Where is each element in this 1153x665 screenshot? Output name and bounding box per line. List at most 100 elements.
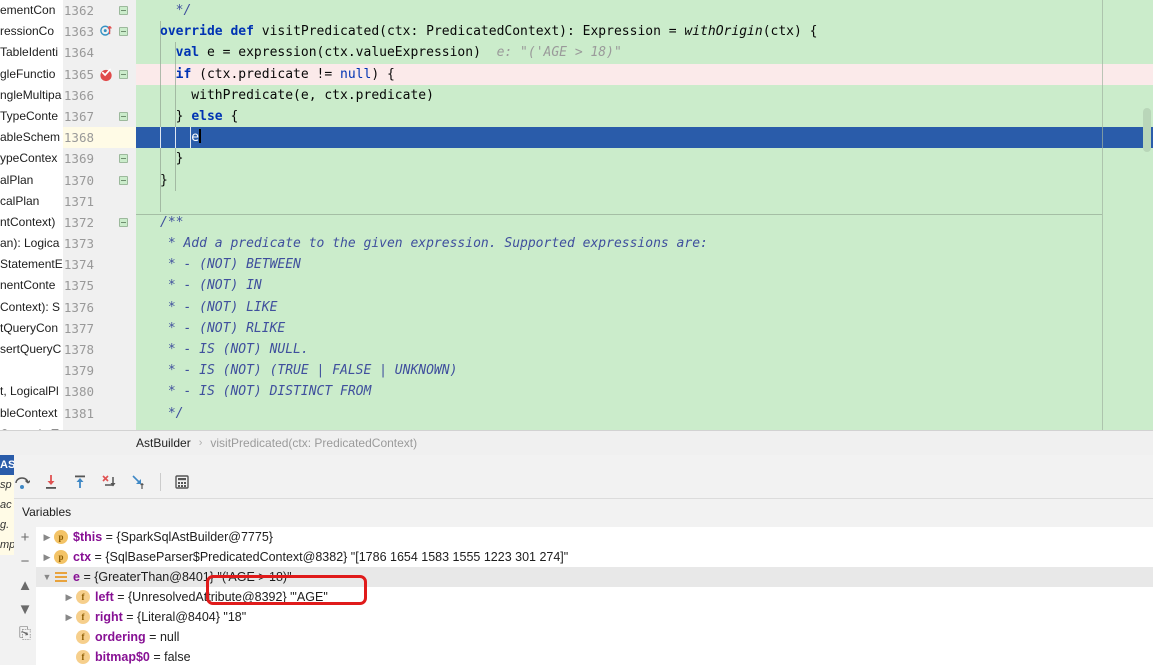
gutter-icons[interactable] [94,0,132,21]
structure-panel-stub[interactable]: ementCon ressionCo TableIdenti gleFunctio ng… [0,0,64,430]
variables-sidebar[interactable]: + − ▲ ▼ ⎘ [14,527,36,665]
code-fold-icon[interactable] [119,217,128,227]
structure-item[interactable]: an): Logica [0,233,63,254]
gutter-line[interactable]: 1364 [63,42,136,63]
structure-item[interactable]: calPlan [0,191,63,212]
gutter-icons[interactable] [94,191,132,212]
gutter-line[interactable]: 1366 [63,85,136,106]
structure-item[interactable]: ntContext) [0,212,63,233]
gutter-icons[interactable] [94,212,132,233]
structure-item[interactable]: ableSchem [0,127,63,148]
tree-collapse-icon[interactable]: ▶ [40,527,54,547]
gutter-line[interactable]: 1368 [63,127,136,149]
structure-item[interactable] [0,360,63,381]
gutter-icons[interactable] [94,148,132,169]
variables-tree[interactable]: ▶ p $this = {SparkSqlAstBuilder@7775} ▶ p ctx… [36,527,1153,665]
gutter-line[interactable]: 1371 [63,191,136,212]
breakpoint-icon[interactable] [99,67,114,82]
remove-watch-button[interactable]: − [15,551,35,571]
gutter-line[interactable]: 1379 [63,360,136,381]
code-line[interactable]: } else { [136,105,1153,128]
run-to-cursor-icon[interactable] [124,468,151,495]
structure-item[interactable]: sertQueryC [0,339,63,360]
code-fold-icon[interactable] [119,175,128,185]
code-fold-icon[interactable] [119,27,128,37]
code-line[interactable]: * - (NOT) RLIKE [136,318,1153,339]
move-up-button[interactable]: ▲ [15,575,35,595]
gutter-line[interactable]: 1375 [63,275,136,296]
structure-item[interactable]: StatementE [0,254,63,275]
variable-row[interactable]: ▶ f right = {Literal@8404} "18" [36,607,1153,627]
breadcrumb-class[interactable]: AstBuilder [136,436,191,450]
gutter-icons[interactable] [94,318,132,339]
code-line[interactable]: * - (NOT) IN [136,275,1153,296]
structure-item[interactable]: TypeConte [0,106,63,127]
code-fold-icon[interactable] [119,111,128,121]
gutter-icons[interactable] [94,339,132,360]
gutter-line[interactable]: 1369 [63,148,136,169]
gutter-icons[interactable] [94,381,132,402]
gutter-icons[interactable] [94,403,132,424]
gutter-line[interactable]: 1378 [63,339,136,360]
code-fold-icon[interactable] [119,154,128,164]
gutter-icons[interactable] [94,360,132,381]
debugger-tabs[interactable]: Variables [14,500,79,524]
tab-variables[interactable]: Variables [14,505,79,519]
gutter-icons[interactable] [94,233,132,254]
gutter-line[interactable]: 1374 [63,254,136,275]
debugger-toolbar[interactable] [0,465,1153,499]
gutter-icons[interactable] [94,21,132,42]
code-line[interactable] [136,190,1153,212]
variable-row[interactable]: ▶ f left = {UnresolvedAttribute@8392} "'AG… [36,587,1153,607]
variable-row[interactable]: ▼ e = {GreaterThan@8401} "('AGE > 18)" [36,567,1153,587]
gutter-line[interactable]: 1376 [63,297,136,318]
gutter-icons[interactable] [94,64,132,85]
editor-gutter[interactable]: 1362 1363 1364 1365 1366 1367 1368 1369 1370 13… [63,0,136,430]
breadcrumb[interactable]: AstBuilder › visitPredicated(ctx: Predic… [0,430,1153,456]
step-into-icon[interactable] [37,468,64,495]
override-method-icon[interactable] [100,24,114,39]
toolwindow-stub-row[interactable]: sp [0,475,14,495]
editor-scrollbar-thumb[interactable] [1143,108,1151,152]
gutter-line[interactable]: 1372 [63,212,136,233]
code-line[interactable]: * - (NOT) BETWEEN [136,254,1153,275]
code-line[interactable]: val e = expression(ctx.valueExpression) … [136,42,1153,64]
code-fold-icon[interactable] [119,6,128,15]
gutter-line[interactable]: 1381 [63,403,136,424]
structure-item[interactable]: t, LogicalPl [0,381,63,402]
code-line[interactable]: withPredicate(e, ctx.predicate) [136,84,1153,106]
gutter-line[interactable]: 1365 [63,64,136,85]
code-line[interactable]: /** [136,212,1153,233]
structure-item[interactable]: alPlan [0,170,63,191]
gutter-icons[interactable] [94,106,132,127]
toolwindow-stub-row[interactable]: AS [0,455,14,475]
variable-row[interactable]: ▶ p ctx = {SqlBaseParser$PredicatedContext… [36,547,1153,567]
code-line[interactable]: override def visitPredicated(ctx: Predic… [136,21,1153,43]
tree-collapse-icon[interactable]: ▶ [62,587,76,607]
code-line[interactable]: * - IS (NOT) (TRUE | FALSE | UNKNOWN) [136,360,1153,381]
toolwindow-stub-row[interactable]: mp [0,535,14,555]
gutter-line[interactable]: 1370 [63,170,136,191]
structure-item[interactable]: nentConte [0,275,63,296]
gutter-line[interactable]: 1377 [63,318,136,339]
gutter-line[interactable]: 1363 [63,21,136,42]
structure-item[interactable]: tQueryCon [0,318,63,339]
move-down-button[interactable]: ▼ [15,599,35,619]
code-line[interactable]: if (ctx.predicate != null) { [136,63,1153,85]
gutter-line[interactable]: 1373 [63,233,136,254]
code-line[interactable]: } [136,148,1153,170]
gutter-line[interactable]: 1362 [63,0,136,21]
variable-row[interactable]: f bitmap$0 = false [36,647,1153,665]
toolwindow-stub-row[interactable]: ac [0,495,14,515]
gutter-icons[interactable] [94,127,132,148]
variable-row[interactable]: ▶ p $this = {SparkSqlAstBuilder@7775} [36,527,1153,547]
gutter-icons[interactable] [94,42,132,63]
copy-value-button[interactable]: ⎘ [15,623,35,643]
structure-item[interactable]: ressionCo [0,21,63,42]
gutter-icons[interactable] [94,85,132,106]
structure-item[interactable]: Context): S [0,297,63,318]
code-content[interactable]: */ override def visitPredicated(ctx: Pred… [136,0,1153,430]
tree-collapse-icon[interactable]: ▶ [62,607,76,627]
structure-item[interactable]: TableIdenti [0,42,63,63]
code-line[interactable]: */ [136,403,1153,424]
